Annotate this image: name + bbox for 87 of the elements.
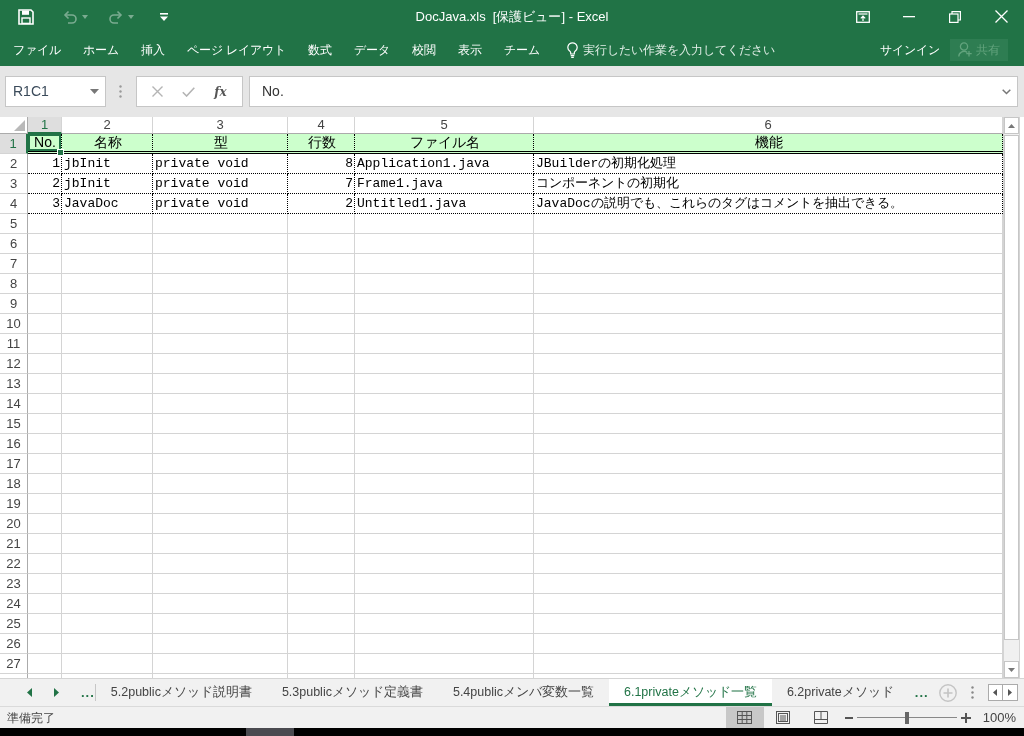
save-icon[interactable]	[18, 8, 34, 25]
table-cell: 2	[288, 194, 355, 214]
table-cell: 8	[288, 154, 355, 174]
ribbon-tab[interactable]: ページ レイアウト	[176, 39, 298, 60]
ribbon-options-icon[interactable]	[856, 10, 870, 23]
zoom-level-button[interactable]: 100%	[982, 711, 1016, 724]
table-cell: private void	[153, 194, 288, 214]
ribbon-tab[interactable]: ファイル	[2, 39, 72, 60]
ribbon-tab[interactable]: 数式	[297, 39, 344, 60]
table-cell: 1	[28, 154, 62, 174]
table-cell: JBuilderの初期化処理	[534, 154, 1003, 174]
restore-icon[interactable]	[949, 10, 961, 23]
triangle-left-icon	[993, 689, 998, 696]
window-title: DocJava.xls [保護ビュー] - Excel	[415, 7, 609, 26]
lightbulb-icon[interactable]	[567, 41, 579, 58]
fill-handle-icon[interactable]	[57, 149, 64, 156]
column-header[interactable]: 6	[534, 117, 1003, 134]
minimize-icon[interactable]	[903, 15, 915, 18]
scroll-down-button[interactable]	[1004, 661, 1019, 678]
sheet-tab[interactable]: 5.2publicメソッド説明書	[95, 679, 267, 706]
table-cell: 2	[28, 174, 62, 194]
splitter-grip-icon[interactable]	[970, 686, 974, 699]
sheet-tab[interactable]: 5.4publicメンバ変数一覧	[437, 679, 609, 706]
grid-icon	[737, 711, 753, 724]
row-header[interactable]: 1	[0, 134, 28, 154]
triangle-down-icon	[1008, 667, 1015, 672]
column-header[interactable]: 2	[62, 117, 153, 134]
table-header-cell: 行数	[288, 134, 355, 154]
table-cell: JavaDoc	[62, 194, 153, 214]
table-cell: private void	[153, 174, 288, 194]
table-cell: 3	[28, 194, 62, 214]
table-cell: 7	[288, 174, 355, 194]
table-cell: Application1.java	[355, 154, 534, 174]
person-icon	[958, 42, 972, 57]
grip-icon[interactable]	[119, 85, 122, 98]
insert-function-button[interactable]: fx	[214, 85, 227, 98]
arrow-left-icon[interactable]	[27, 688, 32, 697]
vertical-scrollbar[interactable]	[1003, 117, 1020, 678]
sheet-tab[interactable]: 6.1privateメソッド一覧	[609, 679, 772, 706]
table-cell: コンポーネントの初期化	[534, 174, 1003, 194]
ribbon-tab[interactable]: チーム	[493, 39, 552, 60]
ribbon-tab[interactable]: データ	[343, 39, 402, 60]
arrow-right-icon[interactable]	[54, 688, 59, 697]
table-cell: jbInit	[62, 174, 153, 194]
customize-icon[interactable]	[160, 12, 168, 21]
chevron-down-icon[interactable]	[1002, 88, 1011, 95]
ribbon-tab[interactable]: 挿入	[130, 39, 176, 60]
column-header[interactable]: 4	[288, 117, 355, 134]
table-cell: jbInit	[62, 154, 153, 174]
sign-in-link[interactable]: サインイン	[880, 43, 940, 56]
sheet-tab[interactable]: 6.2privateメソッド	[771, 679, 909, 706]
column-header[interactable]: 3	[153, 117, 288, 134]
zoom-in-icon[interactable]	[960, 712, 971, 723]
table-cell: private void	[153, 154, 288, 174]
column-header[interactable]: 5	[355, 117, 534, 134]
page-icon	[775, 711, 790, 724]
caret-icon[interactable]	[90, 89, 99, 94]
ribbon-tab[interactable]: ホーム	[72, 39, 130, 60]
triangle-up-icon	[1008, 123, 1015, 128]
scroll-left-button[interactable]	[987, 684, 1003, 701]
tell-me-field[interactable]: 実行したい作業を入力してください	[583, 40, 784, 59]
table-cell: Untitled1.java	[355, 194, 534, 214]
select-all-icon	[14, 120, 25, 131]
table-header-cell: 型	[153, 134, 288, 154]
ribbon-tab[interactable]: 校閲	[401, 39, 448, 60]
scroll-up-button[interactable]	[1004, 117, 1019, 134]
table-header-cell: No.	[28, 134, 62, 154]
sheet-tab[interactable]: 5.3publicメソッド定義書	[266, 679, 438, 706]
triangle-right-icon	[1007, 689, 1012, 696]
table-header-cell: ファイル名	[355, 134, 534, 154]
status-text: 準備完了	[7, 709, 55, 727]
column-header[interactable]: 1	[28, 117, 62, 134]
zoom-out-icon[interactable]	[844, 716, 853, 719]
slider-thumb[interactable]	[904, 711, 909, 724]
table-cell: Frame1.java	[355, 174, 534, 194]
more-sheets-button[interactable]: ...	[81, 686, 95, 699]
page-break-icon	[813, 711, 828, 724]
close-icon[interactable]	[994, 10, 1008, 23]
name-box[interactable]: R1C1	[5, 76, 106, 107]
formula-field[interactable]: No.	[249, 76, 1018, 107]
ribbon-tab[interactable]: 表示	[447, 39, 494, 60]
table-cell: JavaDocの説明でも、これらのタグはコメントを抽出できる。	[534, 194, 1003, 214]
normal-view-button[interactable]	[725, 706, 764, 729]
more-sheets-button[interactable]: ...	[914, 686, 929, 699]
table-header-cell: 名称	[62, 134, 153, 154]
scrollbar-thumb[interactable]	[1004, 135, 1019, 640]
table-header-cell: 機能	[534, 134, 1003, 154]
